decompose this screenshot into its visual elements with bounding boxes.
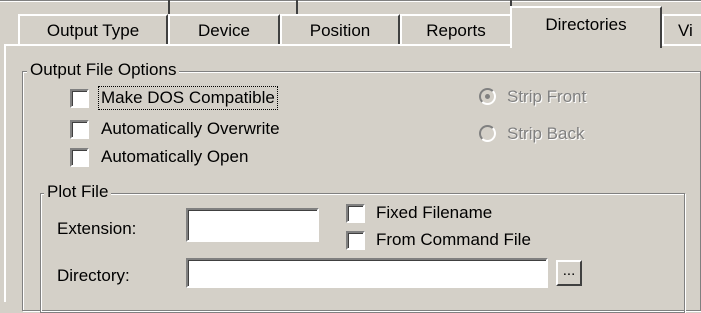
- fixed-filename-label[interactable]: Fixed Filename: [376, 202, 492, 224]
- tab-output-type[interactable]: Output Type: [18, 14, 168, 44]
- make-dos-compatible-label[interactable]: Make DOS Compatible: [98, 86, 278, 110]
- from-command-file-checkbox[interactable]: [346, 231, 365, 250]
- strip-back-radio[interactable]: [479, 125, 496, 142]
- tab-divider: [296, 0, 298, 14]
- directory-input[interactable]: [186, 258, 548, 288]
- fixed-filename-checkbox[interactable]: [346, 204, 365, 223]
- directory-label: Directory:: [57, 266, 130, 285]
- from-command-file-label[interactable]: From Command File: [376, 229, 531, 251]
- make-dos-compatible-checkbox[interactable]: [70, 89, 89, 108]
- output-file-options-title: Output File Options: [27, 60, 180, 80]
- tab-directories[interactable]: Directories: [510, 6, 662, 48]
- strip-front-label: Strip Front: [507, 87, 587, 106]
- tab-divider: [168, 0, 170, 14]
- tab-strip-top-edge: [0, 0, 701, 2]
- tab-position[interactable]: Position: [280, 14, 400, 44]
- tab-strip: Output Type Device Position Reports Dire…: [0, 0, 701, 48]
- tab-view-partial[interactable]: Vi: [662, 14, 701, 44]
- tab-reports[interactable]: Reports: [400, 14, 512, 44]
- automatically-overwrite-checkbox[interactable]: [70, 120, 89, 139]
- automatically-overwrite-label[interactable]: Automatically Overwrite: [101, 118, 280, 140]
- automatically-open-checkbox[interactable]: [70, 148, 89, 167]
- radio-selected-dot: [485, 94, 490, 99]
- strip-back-label: Strip Back: [507, 124, 585, 143]
- automatically-open-label[interactable]: Automatically Open: [101, 146, 248, 168]
- plot-file-title: Plot File: [44, 182, 112, 202]
- browse-button[interactable]: ...: [556, 260, 582, 286]
- tab-device[interactable]: Device: [168, 14, 280, 44]
- extension-input[interactable]: [186, 208, 319, 242]
- strip-front-radio[interactable]: [479, 88, 496, 105]
- extension-label: Extension:: [57, 219, 137, 238]
